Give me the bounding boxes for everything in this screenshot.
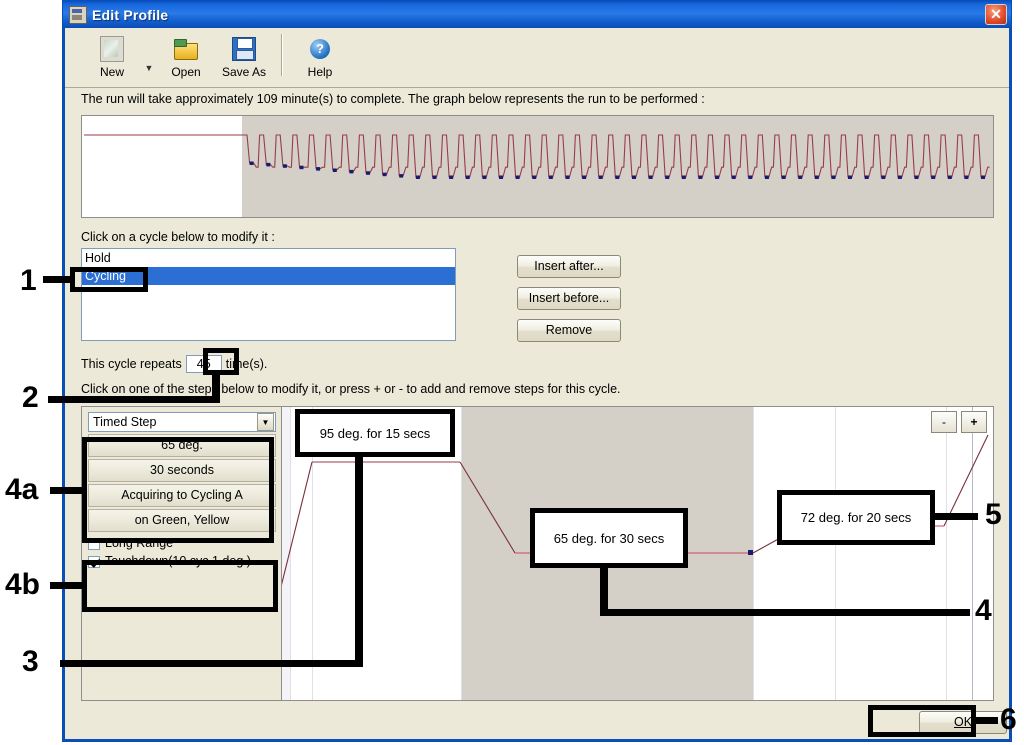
window-titlebar: Edit Profile ✕	[62, 0, 1012, 28]
annotation-number-2: 2	[22, 381, 39, 414]
insert-before-button[interactable]: Insert before...	[517, 287, 621, 310]
window-title: Edit Profile	[92, 6, 169, 23]
help-button-label: Help	[307, 65, 333, 79]
step-acquiring-field[interactable]: Acquiring to Cycling A	[88, 484, 276, 507]
profile-window-icon	[69, 5, 87, 24]
ok-button-label: OK	[953, 715, 973, 729]
touchdown-checkbox[interactable]: Touchdown(10 cyc 1 deg.)	[88, 554, 276, 568]
annotation-number-4a: 4a	[5, 473, 39, 506]
cycle-repeats-input[interactable]: 45	[185, 355, 222, 373]
list-item-hold[interactable]: Hold	[82, 249, 455, 267]
callout-text: 72 deg. for 20 secs	[800, 510, 912, 525]
annotation-number-3: 3	[22, 645, 39, 678]
touchdown-label: Touchdown(10 cyc 1 deg.)	[105, 554, 251, 568]
callout-text: 95 deg. for 15 secs	[319, 425, 431, 441]
edit-profile-dialog: Edit Profile ✕ New ▼ Open Save As ? Help…	[62, 0, 1012, 742]
toolbar: New ▼ Open Save As ? Help	[65, 28, 1009, 88]
run-overview-graph	[81, 115, 994, 218]
checkbox-box-checked[interactable]	[88, 556, 100, 568]
floppy-disk-icon	[232, 36, 256, 62]
step-duration-field[interactable]: 30 seconds	[88, 459, 276, 482]
repeats-prefix-label: This cycle repeats	[81, 357, 182, 371]
open-button-label: Open	[171, 65, 201, 79]
zoom-out-button[interactable]: -	[931, 411, 957, 433]
ok-button[interactable]: OK	[919, 711, 1007, 734]
new-button[interactable]: New	[83, 32, 141, 79]
annotation-number-4b: 4b	[5, 568, 41, 601]
cycle-repeats-row: This cycle repeats 45 time(s).	[81, 355, 267, 373]
new-button-label: New	[99, 65, 124, 79]
repeats-suffix-label: time(s).	[225, 357, 268, 371]
annotation-number-1: 1	[20, 264, 37, 297]
long-range-label: Long Range	[105, 536, 174, 550]
chevron-down-icon[interactable]: ▼	[257, 413, 274, 431]
new-document-icon	[100, 36, 124, 62]
step-channels-field[interactable]: on Green, Yellow	[88, 509, 276, 532]
step-parameter-pane: Timed Step ▼ 65 deg. 30 seconds Acquirin…	[82, 407, 282, 700]
callout-extension-step: 72 deg. for 20 secs	[777, 490, 935, 545]
step-type-select[interactable]: Timed Step ▼	[88, 412, 276, 432]
insert-after-button[interactable]: Insert after...	[517, 255, 621, 278]
checkbox-box[interactable]	[88, 538, 100, 550]
remove-button[interactable]: Remove	[517, 319, 621, 342]
overview-profile-svg	[82, 116, 993, 217]
long-range-checkbox[interactable]: Long Range	[88, 536, 276, 550]
help-button[interactable]: ? Help	[291, 32, 349, 79]
callout-denaturation-step: 95 deg. for 15 secs	[295, 409, 455, 457]
new-dropdown-chevron-down-icon[interactable]: ▼	[141, 63, 157, 73]
toolbar-divider	[281, 34, 283, 76]
help-question-icon: ?	[310, 36, 330, 62]
callout-annealing-step: 65 deg. for 30 secs	[530, 508, 688, 568]
cycle-prompt-label: Click on a cycle below to modify it :	[81, 230, 275, 244]
run-description-text: The run will take approximately 109 minu…	[65, 87, 1009, 109]
cycle-list[interactable]: Hold Cycling	[81, 248, 456, 341]
steps-hint-label: Click on one of the steps below to modif…	[81, 382, 621, 396]
list-item-cycling[interactable]: Cycling	[82, 267, 455, 285]
step-temperature-field[interactable]: 65 deg.	[88, 434, 276, 457]
save-as-button[interactable]: Save As	[215, 32, 273, 79]
zoom-in-button[interactable]: +	[961, 411, 987, 433]
save-as-button-label: Save As	[221, 65, 267, 79]
callout-text: 65 deg. for 30 secs	[553, 530, 665, 546]
step-type-value: Timed Step	[93, 415, 157, 429]
close-icon[interactable]: ✕	[985, 4, 1007, 25]
list-item-label: Hold	[85, 251, 111, 265]
open-folder-icon	[174, 36, 198, 62]
list-item-label: Cycling	[85, 269, 126, 283]
open-button[interactable]: Open	[157, 32, 215, 79]
